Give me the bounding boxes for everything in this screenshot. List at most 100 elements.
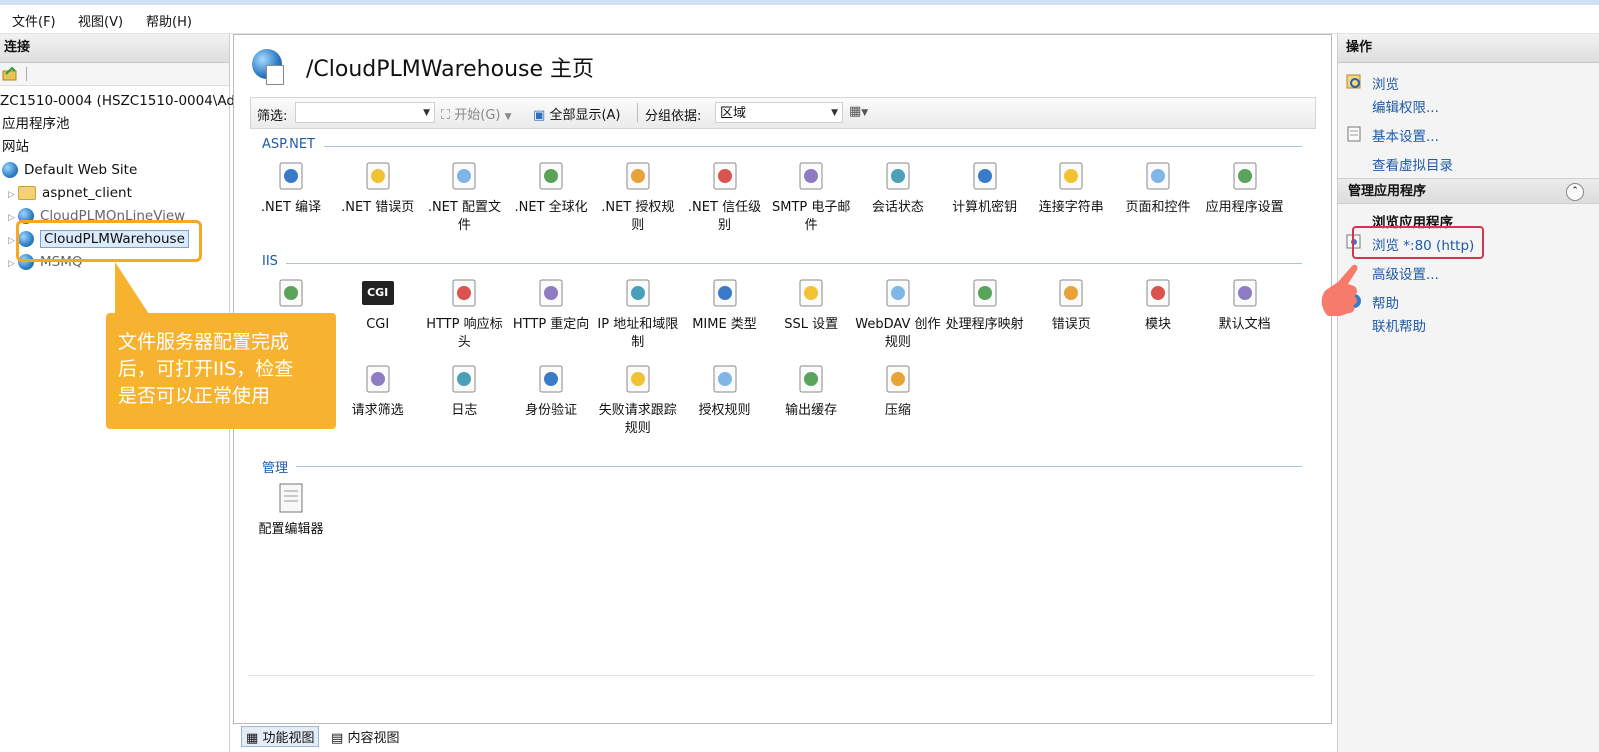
feature-item[interactable]: .NET 错误页 (335, 159, 421, 217)
feature-item[interactable]: MIME 类型 (682, 276, 768, 334)
tab-features-label: 功能视图 (262, 731, 315, 746)
view-tabs: ▦ 功能视图 ▤ 内容视图 (233, 724, 633, 752)
feature-item[interactable]: 会话状态 (855, 159, 941, 217)
feature-item[interactable]: 日志 (421, 362, 507, 420)
feature-label: 计算机密钥 (952, 200, 1018, 215)
action-basic-settings[interactable]: 基本设置... (1372, 125, 1439, 145)
feature-icon (968, 159, 1002, 193)
action-help[interactable]: 帮助 (1372, 292, 1399, 312)
feature-item[interactable]: CGI CGI (335, 276, 421, 334)
collapse-icon[interactable]: ⌃ (1566, 183, 1584, 201)
separator (637, 103, 638, 122)
feature-config-editor[interactable]: 配置编辑器 (248, 481, 334, 539)
start-label: 开始(G) (454, 108, 501, 123)
feature-label: 请求筛选 (351, 403, 404, 418)
aspnet-client-label: aspnet_client (42, 185, 132, 201)
browse-icon (1346, 74, 1361, 89)
feature-icon (881, 362, 915, 396)
view-mode-button[interactable]: ▦▼ (849, 104, 868, 119)
feature-item[interactable]: 请求筛选 (335, 362, 421, 420)
feature-item[interactable]: HTTP 响应标头 (421, 276, 507, 352)
feature-item[interactable]: 失败请求跟踪规则 (595, 362, 681, 438)
feature-label: 处理程序映射 (945, 317, 1024, 332)
feature-label: .NET 错误页 (341, 200, 415, 215)
expand-icon[interactable]: ▷ (8, 184, 18, 206)
group-by-select[interactable]: 区域 ▼ (715, 102, 843, 123)
feature-label: 授权规则 (698, 403, 751, 418)
feature-item[interactable]: 计算机密钥 (942, 159, 1028, 217)
tree-aspnet-client[interactable]: ▷ aspnet_client (8, 182, 132, 204)
feature-label: 身份验证 (525, 403, 578, 418)
action-online-help[interactable]: 联机帮助 (1372, 315, 1426, 335)
feature-icon (1228, 276, 1262, 310)
tree-default-site[interactable]: Default Web Site (2, 159, 137, 181)
feature-icon (881, 276, 915, 310)
connect-icon[interactable] (2, 66, 18, 82)
feature-item[interactable] (248, 276, 334, 316)
start-button[interactable]: ⛶ 开始(G) ▼ (441, 104, 512, 123)
feature-label: HTTP 响应标头 (426, 317, 503, 350)
feature-icon (361, 362, 395, 396)
folder-icon (18, 186, 36, 200)
menu-help[interactable]: 帮助(H) (146, 11, 192, 30)
callout-line3: 是否可以正常使用 (118, 385, 271, 407)
callout-tail (115, 262, 149, 314)
filter-input[interactable]: ▼ (295, 102, 435, 123)
feature-item[interactable]: .NET 授权规则 (595, 159, 681, 235)
feature-item[interactable]: IP 地址和域限制 (595, 276, 681, 352)
tab-content-view[interactable]: ▤ 内容视图 (331, 727, 399, 746)
menu-bar: 文件(F) 视图(V) 帮助(H) (0, 5, 1599, 34)
tab-features-view[interactable]: ▦ 功能视图 (241, 726, 320, 747)
action-view-vdirs[interactable]: 查看虚拟目录 (1372, 154, 1453, 174)
feature-item[interactable]: 页面和控件 (1115, 159, 1201, 217)
action-browse[interactable]: 浏览 (1372, 73, 1399, 93)
feature-icon (621, 276, 655, 310)
connections-toolbar (0, 63, 229, 86)
feature-label: SMTP 电子邮件 (771, 200, 851, 233)
feature-item[interactable]: 错误页 (1028, 276, 1114, 334)
highlight-warehouse (16, 220, 202, 262)
feature-item[interactable]: 应用程序设置 (1202, 159, 1288, 217)
feature-icon (447, 159, 481, 193)
group-manage-title: 管理 (262, 461, 289, 476)
menu-file[interactable]: 文件(F) (12, 11, 56, 30)
action-edit-permissions[interactable]: 编辑权限... (1372, 96, 1439, 116)
feature-icon (1141, 159, 1175, 193)
config-editor-icon (274, 481, 308, 515)
feature-item[interactable]: 模块 (1115, 276, 1201, 334)
feature-icon (621, 159, 655, 193)
feature-icon (361, 159, 395, 193)
feature-item[interactable]: .NET 配置文件 (421, 159, 507, 235)
show-all-button[interactable]: ▣ 全部显示(A) (533, 104, 620, 123)
feature-item[interactable]: 输出缓存 (768, 362, 854, 420)
feature-label: CGI (366, 317, 390, 332)
feature-item[interactable]: 授权规则 (682, 362, 768, 420)
menu-view[interactable]: 视图(V) (78, 11, 123, 30)
feature-item[interactable]: .NET 全球化 (508, 159, 594, 217)
feature-item[interactable]: WebDAV 创作规则 (855, 276, 941, 352)
tree-sites[interactable]: 网站 (2, 136, 29, 158)
action-advanced-settings[interactable]: 高级设置... (1372, 263, 1439, 283)
feature-icon (881, 159, 915, 193)
feature-item[interactable]: .NET 信任级别 (682, 159, 768, 235)
feature-item[interactable]: HTTP 重定向 (508, 276, 594, 334)
chevron-down-icon[interactable]: ▼ (831, 103, 838, 124)
show-all-label: 全部显示(A) (549, 108, 621, 123)
feature-label: 模块 (1144, 317, 1171, 332)
feature-item[interactable]: SSL 设置 (768, 276, 854, 334)
feature-item[interactable]: .NET 编译 (248, 159, 334, 217)
feature-icon (708, 276, 742, 310)
chevron-down-icon[interactable]: ▼ (423, 103, 430, 124)
feature-item[interactable]: 默认文档 (1202, 276, 1288, 334)
feature-label: 输出缓存 (785, 403, 838, 418)
group-divider (324, 146, 1302, 147)
group-divider (296, 466, 1302, 467)
feature-item[interactable]: 处理程序映射 (942, 276, 1028, 334)
feature-item[interactable]: SMTP 电子邮件 (768, 159, 854, 235)
chevron-down-icon: ▼ (504, 112, 512, 122)
feature-item[interactable]: 身份验证 (508, 362, 594, 420)
feature-item[interactable]: 压缩 (855, 362, 941, 420)
tree-server[interactable]: ZC1510-0004 (HSZC1510-0004\Ad (0, 90, 235, 112)
tree-app-pools[interactable]: 应用程序池 (2, 113, 70, 135)
feature-item[interactable]: 连接字符串 (1028, 159, 1114, 217)
